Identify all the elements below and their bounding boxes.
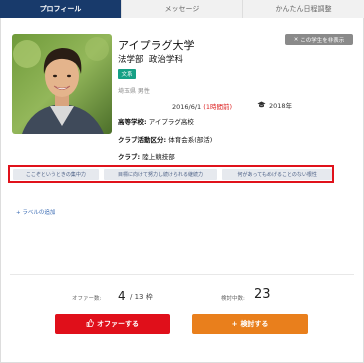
graduation-year: 2018年 <box>257 100 292 110</box>
last-login: 2016/6/1 (1時間前) <box>172 103 232 111</box>
category-badge: 文系 <box>118 69 136 79</box>
offer-count-label: オファー数: <box>72 296 102 302</box>
offer-count: 4 <box>118 289 126 303</box>
divider <box>10 274 354 275</box>
review-button[interactable]: + 検討する <box>192 314 308 334</box>
plus-icon: + <box>231 320 238 328</box>
offer-button[interactable]: オファーする <box>55 314 170 334</box>
strength-tag: ここぞというときの集中力 <box>13 168 99 180</box>
review-count: 23 <box>254 287 271 302</box>
club-row: クラブ: 陸上競技部 <box>118 153 175 161</box>
graduation-cap-icon <box>257 101 266 110</box>
add-label-link[interactable]: + ラベルの追加 <box>16 208 55 216</box>
club-category-row: クラブ活動区分: 体育会系(部活) <box>118 136 213 144</box>
tab-message[interactable]: メッセージ <box>121 0 242 18</box>
offer-total: / 13 枠 <box>130 293 153 301</box>
strength-tag: 目標に向けて努力し続けられる継続力 <box>103 168 218 180</box>
university-name: アイプラグ大学 <box>118 39 195 52</box>
prefecture-gender: 埼玉県 男性 <box>118 88 150 95</box>
student-photo <box>12 34 112 134</box>
tab-schedule[interactable]: かんたん日程調整 <box>242 0 364 18</box>
hide-student-button[interactable]: ✕ この学生を非表示 <box>285 34 353 45</box>
strength-tags: ここぞというときの集中力 目標に向けて努力し続けられる継続力 何があってもめげる… <box>8 165 334 183</box>
tab-bar: プロフィール メッセージ かんたん日程調整 <box>0 0 364 18</box>
high-school-row: 高等学校: アイプラグ高校 <box>118 118 194 126</box>
tab-profile[interactable]: プロフィール <box>0 0 121 18</box>
review-count-label: 検討中数: <box>221 296 245 302</box>
thumbs-up-icon <box>86 319 94 329</box>
department: 法学部 政治学科 <box>118 55 183 65</box>
close-icon: ✕ <box>293 36 299 43</box>
strength-tag: 何があってもめげることのない根性 <box>222 168 332 180</box>
